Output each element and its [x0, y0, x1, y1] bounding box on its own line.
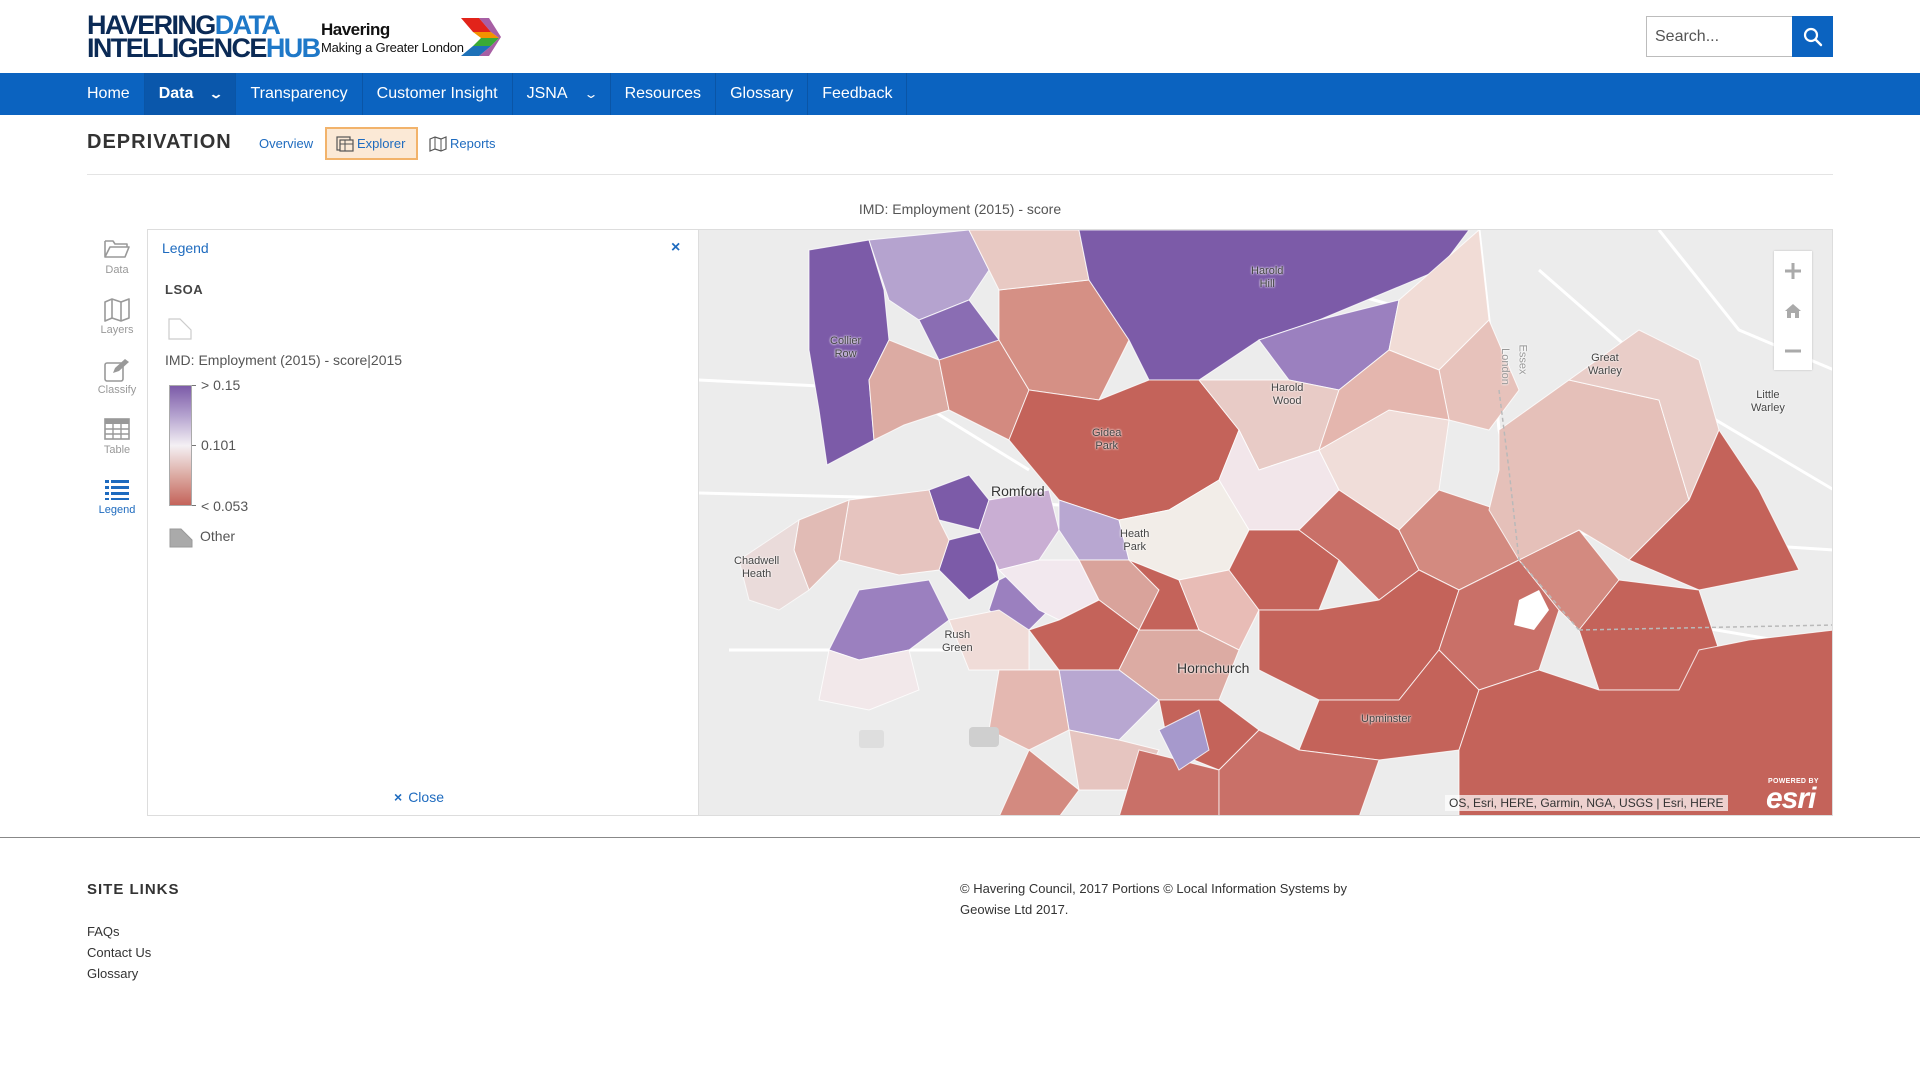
havering-chevron-icon [461, 18, 501, 56]
map-label-romford: Romford [991, 483, 1045, 499]
footer-title: SITE LINKS [87, 881, 180, 898]
map-label-hornchurch: Hornchurch [1177, 660, 1250, 676]
close-icon: × [394, 789, 403, 805]
tool-layers[interactable]: Layers [87, 290, 147, 342]
edit-icon [104, 359, 129, 382]
nav-resources[interactable]: Resources [611, 73, 717, 115]
council-name: Havering [321, 20, 390, 39]
nav-customer-insight[interactable]: Customer Insight [363, 73, 513, 115]
nav-glossary[interactable]: Glossary [716, 73, 809, 115]
chevron-down-icon: ⌄ [208, 87, 224, 101]
page-subheader: DEPRIVATION Overview Explorer Reports [87, 115, 1833, 175]
tool-classify[interactable]: Classify [87, 350, 147, 402]
table-icon [104, 418, 130, 440]
footer-link-contact-us[interactable]: Contact Us [87, 945, 151, 960]
map-title: IMD: Employment (2015) - score [858, 201, 1062, 217]
map-label-collier-row: Collier Row [830, 335, 862, 360]
tab-reports[interactable]: Reports [429, 127, 496, 160]
map-label-chadwell-heath: Chadwell Heath [734, 555, 780, 580]
nav-jsna[interactable]: JSNA ⌄ [513, 73, 611, 115]
esri-logo[interactable]: POWERED BY esri [1766, 778, 1828, 815]
map-label-upminster: Upminster [1361, 713, 1412, 725]
nav-transparency[interactable]: Transparency [236, 73, 363, 115]
nav-feedback[interactable]: Feedback [808, 73, 908, 115]
map-label-harold-hill: Harold Hill [1251, 265, 1284, 290]
legend-layer-name: LSOA [165, 282, 204, 297]
footer-copyright: © Havering Council, 2017 Portions © Loca… [960, 881, 1347, 917]
close-icon[interactable]: × [671, 239, 680, 257]
legend-low-label: < 0.053 [201, 498, 249, 514]
tool-legend[interactable]: Legend [87, 470, 147, 522]
legend-panel: Legend × LSOA IMD: Employment (2015) - s… [147, 229, 698, 816]
plus-icon [1785, 262, 1801, 279]
search-icon [1803, 27, 1822, 46]
map-label-harold-wood: Harold Wood [1271, 382, 1304, 407]
folder-icon [104, 240, 130, 258]
legend-heading: Legend [162, 240, 209, 256]
map-layers-icon [104, 298, 130, 322]
tab-overview[interactable]: Overview [259, 127, 313, 160]
chevron-down-icon: ⌄ [583, 87, 599, 101]
map-label-rush-green: Rush Green [942, 629, 973, 654]
choropleth-map[interactable]: Harold Hill Collier Row Great Warley Little… [698, 229, 1833, 816]
map-label-heath-park: Heath Park [1120, 528, 1150, 553]
legend-other-label: Other [200, 528, 236, 544]
minus-icon [1785, 349, 1801, 352]
council-tagline: Making a Greater London [321, 40, 464, 55]
tool-data[interactable]: Data [87, 230, 147, 282]
zoom-in-button[interactable] [1774, 251, 1812, 290]
page-title: DEPRIVATION [87, 131, 232, 153]
search-input[interactable] [1646, 16, 1792, 57]
map-label-great-warley: Great Warley [1588, 352, 1622, 377]
data-intelligence-hub-logo[interactable]: HAVERINGDATA INTELLIGENCEHUB [87, 12, 321, 62]
explorer-icon [336, 135, 354, 152]
search-button[interactable] [1792, 16, 1833, 57]
legend-field-name: IMD: Employment (2015) - score|2015 [165, 352, 403, 368]
main-nav: Home Data ⌄ Transparency Customer Insight… [0, 73, 1920, 115]
map-label-little-warley: Little Warley [1751, 389, 1785, 414]
legend-high-label: > 0.15 [201, 377, 241, 393]
map-canvas[interactable] [699, 230, 1833, 816]
map-zoom-controls [1774, 251, 1812, 370]
zoom-out-button[interactable] [1774, 331, 1812, 370]
tool-table[interactable]: Table [87, 410, 147, 462]
legend-mid-label: 0.101 [201, 437, 237, 453]
home-extent-button[interactable] [1774, 291, 1812, 330]
reports-map-icon [429, 135, 447, 152]
footer-link-glossary[interactable]: Glossary [87, 966, 138, 981]
color-ramp [169, 385, 192, 506]
polygon-swatch-icon [168, 318, 192, 340]
havering-council-logo[interactable]: Havering Making a Greater London [321, 16, 503, 58]
nav-home[interactable]: Home [73, 73, 145, 115]
footer-divider [0, 837, 1920, 838]
site-header: HAVERINGDATA INTELLIGENCEHUB Havering Ma… [0, 0, 1920, 73]
other-swatch-icon [169, 528, 193, 548]
map-attribution: OS, Esri, HERE, Garmin, NGA, USGS | Esri… [1445, 795, 1728, 811]
tab-explorer[interactable]: Explorer [325, 127, 418, 160]
home-icon [1785, 303, 1801, 318]
map-label-essex: Essex [1516, 344, 1529, 375]
legend-close-button[interactable]: × Close [394, 789, 444, 805]
map-label-london: London [1498, 348, 1511, 385]
list-icon [105, 480, 129, 500]
nav-data[interactable]: Data ⌄ [144, 73, 237, 115]
map-label-gidea-park: Gidea Park [1092, 427, 1122, 452]
footer-link-faqs[interactable]: FAQs [87, 924, 120, 939]
